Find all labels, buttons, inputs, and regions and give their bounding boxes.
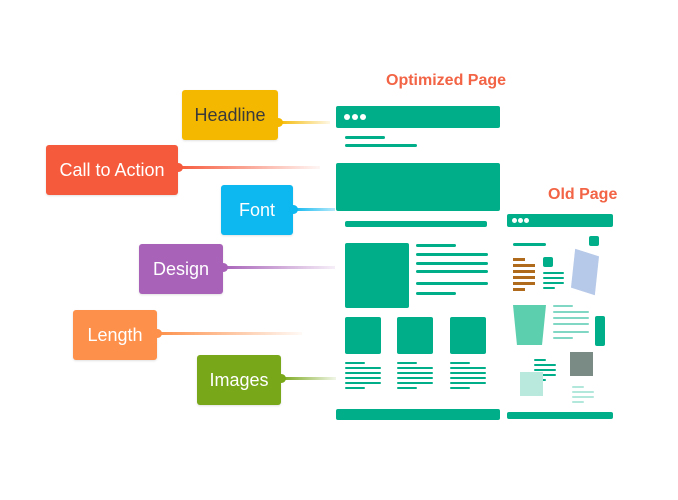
gray-image <box>570 352 593 376</box>
label-call-to-action: Call to Action <box>46 145 178 195</box>
connector-dot-font <box>289 205 298 214</box>
window-dot <box>524 218 529 223</box>
nav-bar <box>345 221 487 227</box>
connector-call-to-action <box>178 166 320 169</box>
text-line <box>416 270 488 273</box>
text-line <box>534 364 556 366</box>
connector-dot-images <box>277 374 286 383</box>
label-images: Images <box>197 355 281 405</box>
label-headline: Headline <box>182 90 278 140</box>
text-line <box>543 282 564 284</box>
footer-bar <box>336 409 500 420</box>
text-line <box>416 262 488 265</box>
text-line <box>572 386 584 388</box>
text-line <box>553 323 589 325</box>
connector-dot-length <box>153 329 162 338</box>
hero-banner <box>336 163 500 211</box>
window-dot <box>518 218 523 223</box>
text-line <box>572 391 594 393</box>
text-line <box>450 382 486 384</box>
headline-line <box>345 136 385 139</box>
faded-image <box>520 372 543 396</box>
tilted-image <box>570 248 600 296</box>
connector-images <box>281 377 336 380</box>
text-line <box>513 276 535 279</box>
thumb-image <box>397 317 433 354</box>
text-line <box>450 367 486 369</box>
label-design: Design <box>139 244 223 294</box>
text-line <box>572 396 594 398</box>
headline-line <box>345 144 417 147</box>
window-dot <box>344 114 350 120</box>
text-line <box>543 277 564 279</box>
text-line <box>416 244 456 247</box>
text-line <box>397 387 417 389</box>
text-line <box>553 311 589 313</box>
text-line <box>397 382 433 384</box>
text-line <box>416 253 488 256</box>
text-line <box>397 367 433 369</box>
text-line <box>397 362 417 364</box>
text-line <box>513 264 535 267</box>
text-line <box>534 369 556 371</box>
connector-font <box>293 208 335 211</box>
text-line <box>345 372 381 374</box>
window-dot <box>360 114 366 120</box>
text-line <box>345 367 381 369</box>
old-page-title: Old Page <box>548 186 618 203</box>
text-line <box>345 362 365 364</box>
feature-image <box>345 243 409 308</box>
text-line <box>543 287 555 289</box>
text-line <box>513 258 525 261</box>
text-line <box>553 305 573 307</box>
text-line <box>513 243 546 246</box>
connector-dot-headline <box>274 118 283 127</box>
text-line <box>345 377 381 379</box>
side-bar <box>595 316 605 346</box>
text-line <box>513 282 535 285</box>
text-line <box>450 377 486 379</box>
label-font: Font <box>221 185 293 235</box>
text-line <box>416 282 488 285</box>
window-dot <box>512 218 517 223</box>
trapezoid-image <box>513 305 546 345</box>
text-line <box>534 359 546 361</box>
text-line <box>572 401 584 403</box>
connector-dot-call-to-action <box>174 163 183 172</box>
thumb-image <box>345 317 381 354</box>
text-line <box>513 288 525 291</box>
thumb-image <box>450 317 486 354</box>
connector-design <box>223 266 335 269</box>
optimized-page-title: Optimized Page <box>386 72 507 89</box>
text-line <box>553 331 589 333</box>
text-line <box>450 387 470 389</box>
text-line <box>553 337 573 339</box>
text-line <box>543 272 564 274</box>
footer-bar <box>507 412 613 419</box>
text-line <box>553 317 589 319</box>
text-line <box>345 387 365 389</box>
text-line <box>397 377 433 379</box>
text-line <box>397 372 433 374</box>
text-line <box>450 372 486 374</box>
text-line <box>416 292 456 295</box>
connector-length <box>157 332 302 335</box>
window-dot <box>352 114 358 120</box>
text-line <box>345 382 381 384</box>
small-square <box>543 257 553 267</box>
text-line <box>513 270 535 273</box>
connector-dot-design <box>219 263 228 272</box>
connector-headline <box>278 121 330 124</box>
text-line <box>450 362 470 364</box>
small-square <box>589 236 599 246</box>
label-length: Length <box>73 310 157 360</box>
